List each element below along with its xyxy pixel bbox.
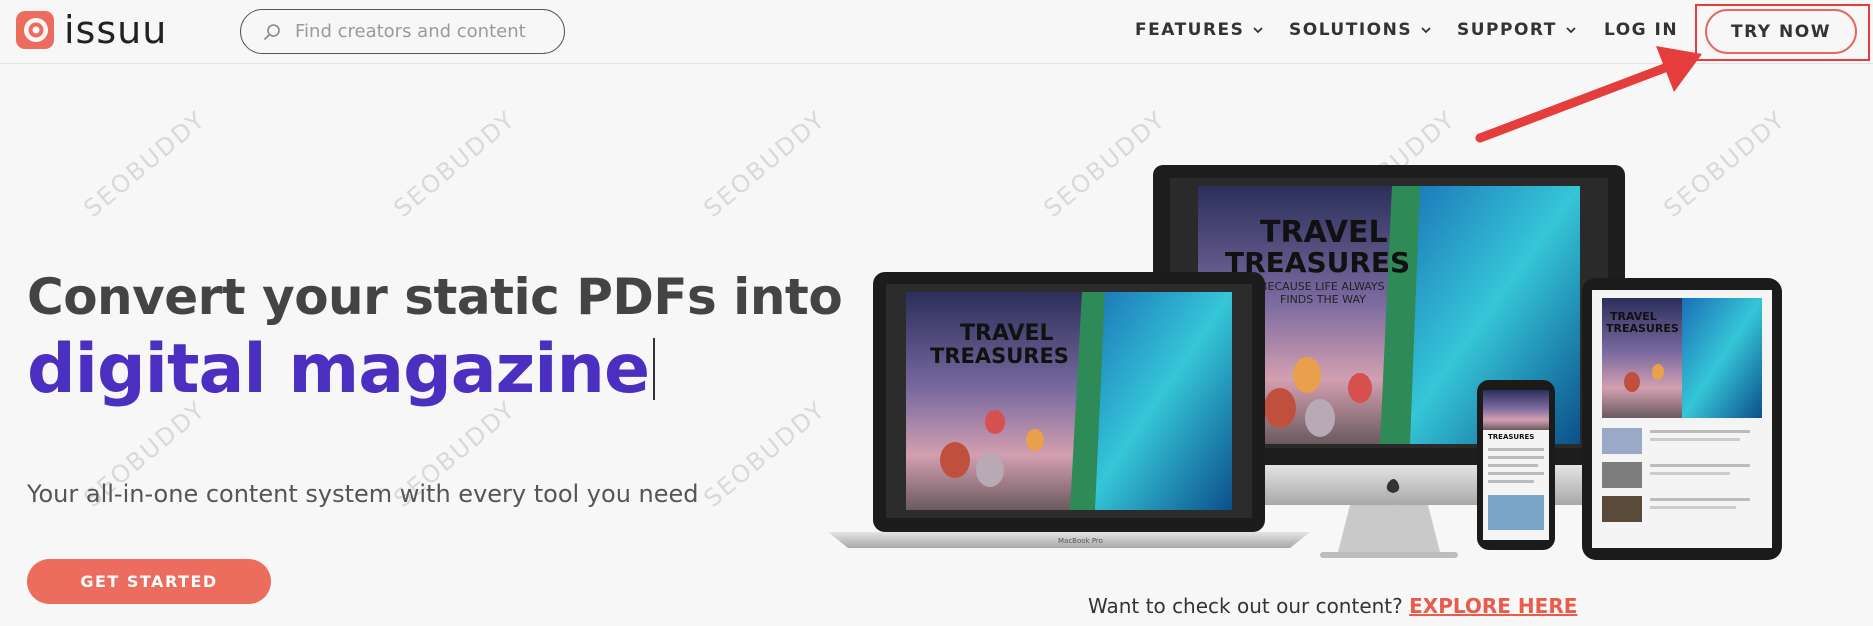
hero-headline-line2: digital magazine <box>27 330 656 409</box>
phone-magazine-title: TREASURES <box>1488 433 1534 441</box>
nav-features[interactable]: FEATURES <box>1135 20 1264 40</box>
hero-headline-line1: Convert your static PDFs into <box>27 268 843 326</box>
text-cursor <box>653 338 656 400</box>
watermark: SEOBUDDY <box>388 105 522 223</box>
laptop-magazine-title-1: TRAVEL <box>960 321 1054 346</box>
nav-features-label: FEATURES <box>1135 20 1245 40</box>
laptop-magazine-title-2: TREASURES <box>930 344 1069 368</box>
issuu-logo[interactable]: issuu <box>16 10 167 50</box>
monitor-magazine-title-1: TRAVEL <box>1260 215 1388 250</box>
nav-support[interactable]: SUPPORT <box>1457 20 1577 40</box>
monitor-magazine-tagline-2: FINDS THE WAY <box>1280 293 1366 306</box>
page: SEOBUDDY SEOBUDDY SEOBUDDY SEOBUDDY SEOB… <box>0 0 1873 626</box>
chevron-down-icon <box>1566 27 1576 34</box>
tablet: TRAVEL TREASURES <box>1582 278 1782 560</box>
laptop: TRAVEL TREASURES MacBook Pro <box>828 272 1310 548</box>
nav-log-in[interactable]: LOG IN <box>1604 20 1678 40</box>
nav-solutions-label: SOLUTIONS <box>1289 20 1413 40</box>
get-started-button[interactable]: GET STARTED <box>27 559 271 604</box>
nav-solutions[interactable]: SOLUTIONS <box>1289 20 1432 40</box>
nav-log-in-label: LOG IN <box>1604 20 1679 40</box>
try-now-button[interactable]: TRY NOW <box>1705 9 1857 54</box>
search-icon <box>263 23 280 40</box>
hero-headline-animated-text: digital magazine <box>27 330 650 409</box>
explore-here-link[interactable]: EXPLORE HERE <box>1409 594 1577 618</box>
monitor-magazine-tagline-1: BECAUSE LIFE ALWAYS <box>1260 280 1385 293</box>
chevron-down-icon <box>1421 27 1431 34</box>
chevron-down-icon <box>1253 27 1264 34</box>
laptop-brand-label: MacBook Pro <box>1058 537 1103 545</box>
watermark: SEOBUDDY <box>698 105 832 223</box>
explore-prompt-text: Want to check out our content? <box>1088 594 1403 618</box>
watermark: SEOBUDDY <box>78 105 212 223</box>
search-input[interactable] <box>295 21 535 42</box>
explore-content-prompt: Want to check out our content? EXPLORE H… <box>1088 594 1577 618</box>
devices-illustration: TRAVEL TREASURES BECAUSE LIFE ALWAYS FIN… <box>820 165 1820 620</box>
annotation-arrow-icon <box>1475 46 1702 143</box>
watermark: SEOBUDDY <box>698 395 832 513</box>
hero-subheadline: Your all-in-one content system with ever… <box>27 480 699 508</box>
tablet-magazine-title-2: TREASURES <box>1606 322 1679 335</box>
nav-support-label: SUPPORT <box>1457 20 1557 40</box>
smartphone: TREASURES <box>1477 380 1555 550</box>
logo-wordmark: issuu <box>64 8 168 52</box>
search-bar[interactable] <box>240 9 565 54</box>
issuu-logo-icon <box>16 11 54 49</box>
